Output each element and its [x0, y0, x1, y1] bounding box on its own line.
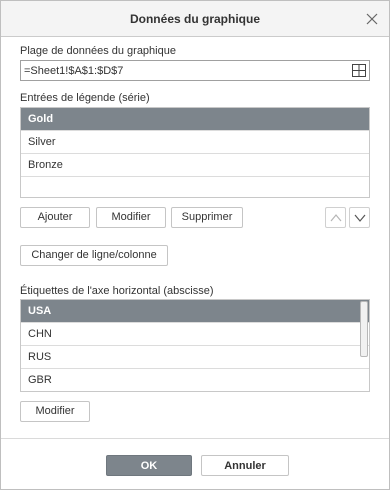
category-item[interactable]: GBR: [21, 369, 369, 391]
grid-icon[interactable]: [352, 64, 366, 77]
switch-row-column-button[interactable]: Changer de ligne/colonne: [20, 245, 168, 266]
dialog-footer: OK Annuler: [1, 438, 389, 489]
dialog-title: Données du graphique: [129, 12, 260, 26]
category-item[interactable]: USA: [21, 300, 369, 323]
dialog-title-bar[interactable]: Données du graphique: [1, 1, 389, 37]
ok-button[interactable]: OK: [106, 455, 192, 476]
range-input[interactable]: [21, 61, 347, 80]
edit-series-button[interactable]: Modifier: [96, 207, 166, 228]
category-item[interactable]: CHN: [21, 323, 369, 346]
categories-list: USA CHN RUS GBR: [20, 299, 370, 392]
chevron-down-icon: [354, 214, 366, 222]
series-item-empty[interactable]: [21, 177, 369, 197]
series-label: Entrées de légende (série): [20, 92, 150, 104]
chevron-up-icon: [330, 214, 342, 222]
series-item[interactable]: Silver: [21, 131, 369, 154]
range-field: [20, 60, 370, 81]
cancel-button[interactable]: Annuler: [201, 455, 289, 476]
close-icon[interactable]: [365, 12, 379, 26]
add-series-button[interactable]: Ajouter: [20, 207, 90, 228]
chart-data-dialog: Données du graphique Plage de données du…: [0, 0, 390, 490]
category-item[interactable]: RUS: [21, 346, 369, 369]
categories-scrollbar[interactable]: [360, 301, 368, 357]
series-item[interactable]: Bronze: [21, 154, 369, 177]
series-list: Gold Silver Bronze: [20, 107, 370, 198]
categories-label: Étiquettes de l'axe horizontal (abscisse…: [20, 285, 214, 297]
range-label: Plage de données du graphique: [20, 45, 176, 57]
move-up-button[interactable]: [325, 207, 346, 228]
delete-series-button[interactable]: Supprimer: [171, 207, 243, 228]
series-item[interactable]: Gold: [21, 108, 369, 131]
edit-categories-button[interactable]: Modifier: [20, 401, 90, 422]
move-down-button[interactable]: [349, 207, 370, 228]
